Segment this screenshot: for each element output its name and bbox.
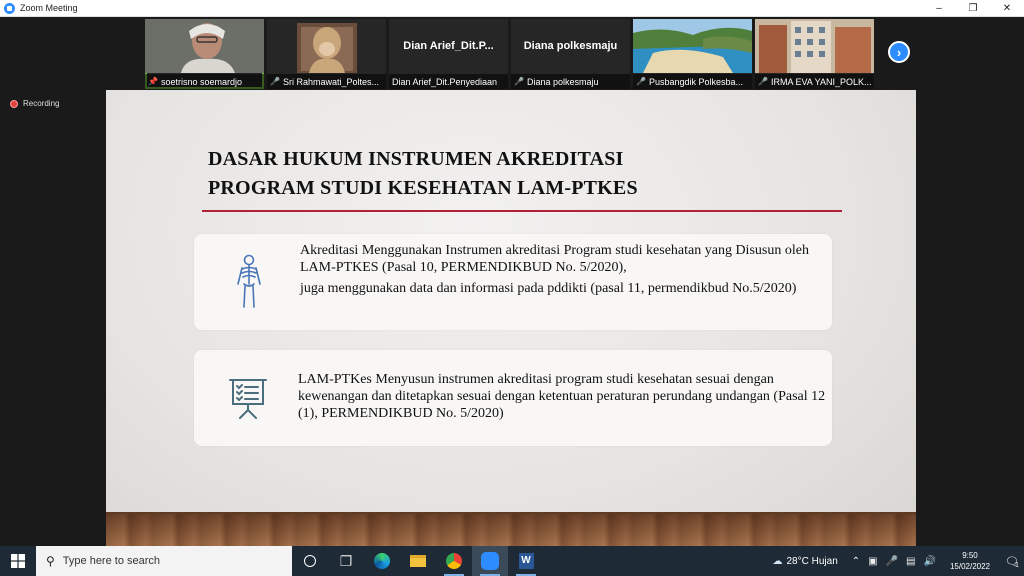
chevron-right-icon: ›	[896, 44, 902, 60]
participant-tile[interactable]: 🎤 IRMA EVA YANI_POLK...	[755, 19, 874, 89]
clock-time: 9:50	[962, 551, 978, 560]
zoom-app-icon	[4, 2, 15, 14]
taskbar-clock[interactable]: 9:50 15/02/2022	[950, 550, 990, 572]
recording-label: Recording	[23, 99, 60, 108]
participant-tile[interactable]: Dian Arief_Dit.P... Dian Arief_Dit.Penye…	[389, 19, 508, 89]
participant-name: soetrisno soemardjo	[160, 76, 243, 87]
microphone-icon[interactable]: 🎤	[886, 556, 898, 567]
file-explorer-button[interactable]	[400, 546, 436, 576]
chrome-button[interactable]	[436, 546, 472, 576]
cortana-circle-icon	[304, 555, 316, 567]
search-placeholder: Type here to search	[62, 555, 161, 567]
shared-slide: DASAR HUKUM INSTRUMEN AKREDITASI PROGRAM…	[106, 90, 916, 546]
recording-indicator[interactable]: Recording	[10, 99, 59, 108]
edge-icon	[374, 553, 390, 569]
participant-name: Dian Arief_Dit.Penyediaan	[392, 76, 498, 87]
slide-title: DASAR HUKUM INSTRUMEN AKREDITASI PROGRAM…	[208, 145, 638, 203]
participant-name: Pusbangdik Polkesba...	[648, 76, 744, 87]
windows-taskbar: ⚲ Type here to search ❐ W ☁ 28°C Hujan ⌃…	[0, 546, 1024, 576]
word-icon: W	[518, 553, 534, 569]
card-text: Akreditasi Menggunakan Instrumen akredit…	[300, 242, 828, 297]
participant-tile[interactable]: 🎤 Pusbangdik Polkesba...	[633, 19, 752, 89]
participant-video	[633, 19, 752, 73]
participant-gallery: 📌 soetrisno soemardjo 🎤 Sri Rahmawati_Po…	[145, 19, 874, 89]
window-titlebar: Zoom Meeting – ❐ ✕	[0, 0, 1024, 17]
participant-label: 🎤 Pusbangdik Polkesba...	[633, 74, 752, 89]
restore-button[interactable]: ❐	[956, 0, 990, 17]
participant-label: 📌 soetrisno soemardjo	[145, 74, 264, 89]
zoom-taskbar-button[interactable]	[472, 546, 508, 576]
participant-tile[interactable]: Diana polkesmaju 🎤 Diana polkesmaju	[511, 19, 630, 89]
skeleton-icon	[237, 254, 261, 308]
info-card: Akreditasi Menggunakan Instrumen akredit…	[194, 234, 832, 330]
wood-floor-decoration	[106, 512, 916, 546]
participant-label: 🎤 Sri Rahmawati_Poltes...	[267, 74, 386, 89]
display-icon[interactable]: ▤	[906, 556, 915, 567]
participant-video	[267, 19, 386, 73]
participant-label: 🎤 Diana polkesmaju	[511, 74, 630, 89]
folder-icon	[410, 555, 426, 567]
task-view-button[interactable]: ❐	[328, 546, 364, 576]
participant-label: 🎤 IRMA EVA YANI_POLK...	[755, 74, 874, 89]
zoom-icon	[481, 552, 499, 570]
notification-center-button[interactable]: 🗨 1	[1000, 546, 1024, 576]
participant-label: Dian Arief_Dit.Penyediaan	[389, 74, 508, 89]
weather-widget[interactable]: ☁ 28°C Hujan	[773, 556, 838, 567]
presentation-board-icon	[229, 379, 267, 419]
mic-muted-icon: 🎤	[636, 77, 646, 86]
start-button[interactable]	[0, 546, 36, 576]
notification-count: 1	[1015, 561, 1019, 569]
volume-icon[interactable]: 🔊	[924, 556, 936, 567]
cortana-button[interactable]	[292, 546, 328, 576]
weather-text: 28°C Hujan	[786, 555, 838, 567]
participant-name: IRMA EVA YANI_POLK...	[770, 76, 872, 87]
slide-title-line2: PROGRAM STUDI KESEHATAN LAM-PTKES	[208, 177, 638, 199]
card-paragraph: LAM-PTKes Menyusun instrumen akreditasi …	[298, 372, 826, 421]
participant-display-name: Diana polkesmaju	[523, 40, 618, 52]
recording-dot-icon	[10, 99, 18, 108]
word-button[interactable]: W	[508, 546, 544, 576]
clock-date: 15/02/2022	[949, 562, 990, 571]
meeting-area: 📌 soetrisno soemardjo 🎤 Sri Rahmawati_Po…	[0, 17, 1024, 546]
participant-name: Diana polkesmaju	[526, 76, 599, 87]
participant-name: Sri Rahmawati_Poltes...	[282, 76, 380, 87]
network-icon[interactable]: ▣	[868, 556, 877, 567]
pin-icon: 📌	[148, 77, 158, 86]
chevron-up-icon[interactable]: ⌃	[852, 556, 860, 567]
title-divider	[202, 210, 842, 212]
mic-muted-icon: 🎤	[270, 77, 280, 86]
chrome-icon	[446, 553, 462, 569]
participant-tile[interactable]: 🎤 Sri Rahmawati_Poltes...	[267, 19, 386, 89]
task-view-icon: ❐	[339, 552, 353, 569]
search-icon: ⚲	[46, 554, 55, 568]
system-tray: ☁ 28°C Hujan ⌃ ▣ 🎤 ▤ 🔊 9:50 15/02/2022 🗨…	[773, 546, 1024, 576]
participant-video	[145, 19, 264, 73]
participant-display-name: Dian Arief_Dit.P...	[403, 40, 494, 52]
slide-title-line1: DASAR HUKUM INSTRUMEN AKREDITASI	[208, 148, 624, 170]
mic-muted-icon: 🎤	[758, 77, 768, 86]
participant-video	[755, 19, 874, 73]
close-button[interactable]: ✕	[990, 0, 1024, 17]
next-page-button[interactable]: ›	[888, 41, 910, 63]
cloud-rain-icon: ☁	[772, 555, 783, 567]
card-text: LAM-PTKes Menyusun instrumen akreditasi …	[298, 371, 826, 422]
window-controls: – ❐ ✕	[922, 0, 1024, 17]
window-title: Zoom Meeting	[20, 3, 78, 13]
card-paragraph: juga menggunakan data dan informasi pada…	[300, 281, 797, 296]
edge-button[interactable]	[364, 546, 400, 576]
windows-logo-icon	[11, 554, 25, 568]
taskbar-search[interactable]: ⚲ Type here to search	[36, 546, 292, 576]
card-paragraph: Akreditasi Menggunakan Instrumen akredit…	[300, 243, 809, 275]
info-card: LAM-PTKes Menyusun instrumen akreditasi …	[194, 350, 832, 446]
mic-muted-icon: 🎤	[514, 77, 524, 86]
minimize-button[interactable]: –	[922, 0, 956, 17]
participant-tile[interactable]: 📌 soetrisno soemardjo	[145, 19, 264, 89]
